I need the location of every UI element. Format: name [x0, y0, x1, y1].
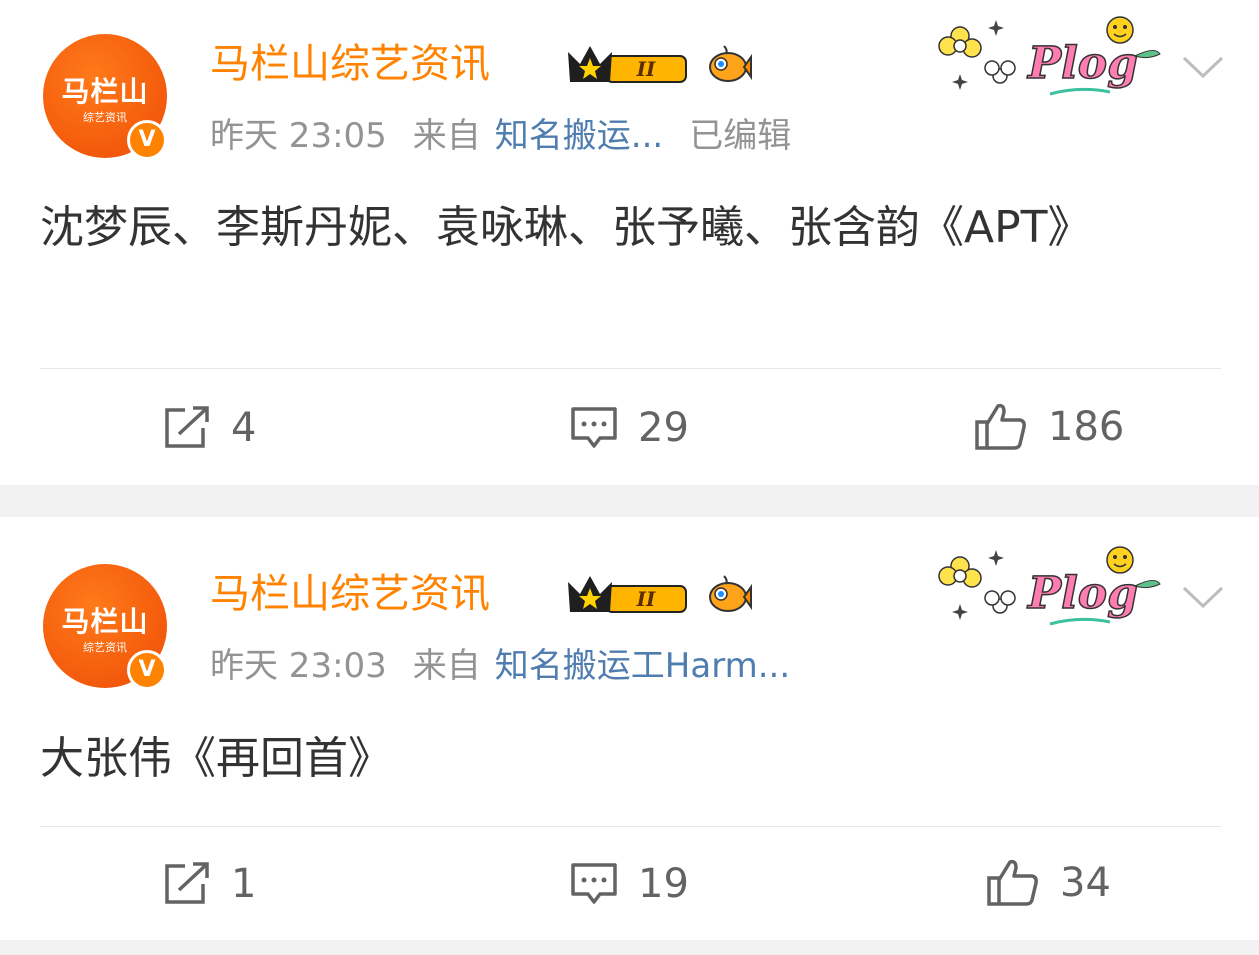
- post-card: 马栏山 综艺资讯 V 马栏山综艺资讯 II 昨天 23:05 来自 知名搬运... 已…: [0, 0, 1259, 485]
- like-thumb-icon: [987, 859, 1038, 906]
- post-card: 马栏山 综艺资讯 V 马栏山综艺资讯 II 昨天 23:03 来自 知名搬运工Har…: [0, 517, 1259, 940]
- post-text: 大张伟《再回首》: [40, 733, 392, 784]
- source-link[interactable]: 知名搬运工Harm...: [495, 646, 790, 686]
- comment-icon: [571, 407, 617, 448]
- like-count: 186: [1048, 404, 1125, 450]
- plog-sticker-icon: Plog: [938, 546, 1161, 626]
- repost-icon: [165, 862, 209, 904]
- repost-button[interactable]: 4: [163, 405, 256, 451]
- like-thumb-icon: [975, 403, 1026, 450]
- comment-button[interactable]: 19: [570, 861, 689, 907]
- level-label: II: [636, 587, 656, 611]
- post-time: 昨天 23:05: [210, 116, 387, 156]
- comment-count: 29: [638, 405, 689, 451]
- post-meta: 昨天 23:03 来自 知名搬运工Harm...: [210, 646, 816, 686]
- like-button[interactable]: 34: [986, 858, 1111, 908]
- like-count: 34: [1060, 860, 1111, 906]
- divider: [40, 826, 1221, 827]
- comment-count: 19: [638, 861, 689, 907]
- repost-icon: [165, 406, 209, 448]
- verified-icon: V: [127, 650, 167, 690]
- comment-icon: [571, 863, 617, 904]
- member-crown-badge-icon[interactable]: II: [566, 572, 694, 618]
- plog-sticker-icon: Plog: [938, 16, 1161, 96]
- chevron-down-icon[interactable]: [1180, 582, 1226, 612]
- post-time: 昨天 23:03: [210, 646, 387, 686]
- verified-icon: V: [127, 120, 167, 160]
- avatar-text: 马栏山: [61, 605, 149, 638]
- plog-text: Plog: [1026, 38, 1138, 89]
- repost-count: 1: [231, 861, 257, 907]
- source-link[interactable]: 知名搬运...: [495, 116, 663, 156]
- plog-text: Plog: [1026, 568, 1138, 619]
- post-meta: 昨天 23:05 来自 知名搬运... 已编辑: [210, 116, 817, 156]
- repost-count: 4: [231, 405, 257, 451]
- username[interactable]: 马栏山综艺资讯: [210, 570, 490, 618]
- avatar-text: 马栏山: [61, 75, 149, 108]
- divider: [40, 368, 1221, 369]
- chevron-down-icon[interactable]: [1180, 52, 1226, 82]
- like-button[interactable]: 186: [974, 402, 1124, 452]
- level-label: II: [636, 57, 656, 81]
- fish-emoji-icon: [709, 45, 752, 82]
- member-crown-badge-icon[interactable]: II: [566, 42, 694, 88]
- post-text: 沈梦辰、李斯丹妮、袁咏琳、张予曦、张含韵《APT》: [40, 202, 1092, 253]
- from-label: 来自: [412, 646, 481, 686]
- edited-label[interactable]: 已编辑: [689, 116, 791, 156]
- comment-button[interactable]: 29: [570, 405, 689, 451]
- repost-button[interactable]: 1: [163, 861, 256, 907]
- fish-emoji-icon: [709, 575, 752, 612]
- from-label: 来自: [412, 116, 481, 156]
- username[interactable]: 马栏山综艺资讯: [210, 40, 490, 88]
